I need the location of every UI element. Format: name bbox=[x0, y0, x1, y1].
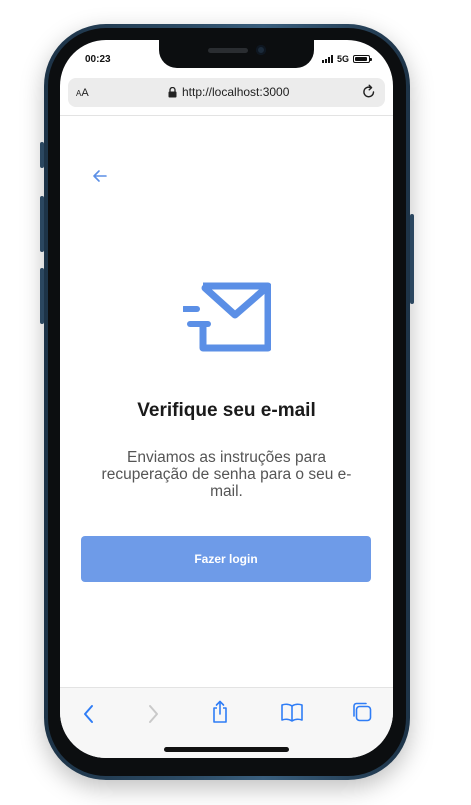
network-type: 5G bbox=[337, 54, 350, 64]
url-field[interactable]: http://localhost:3000 bbox=[168, 85, 289, 99]
status-indicators: 5G bbox=[322, 54, 373, 64]
mute-switch bbox=[40, 142, 44, 168]
power-button bbox=[410, 214, 414, 304]
signal-icon bbox=[322, 55, 333, 63]
tabs-icon[interactable] bbox=[351, 701, 373, 723]
text-size-large-label: A bbox=[81, 87, 89, 99]
share-icon[interactable] bbox=[210, 700, 230, 724]
camera bbox=[256, 45, 266, 55]
chevron-right-icon[interactable] bbox=[144, 703, 162, 725]
page-title: Verifique seu e-mail bbox=[137, 400, 316, 421]
status-time: 00:23 bbox=[85, 54, 111, 65]
login-button[interactable]: Fazer login bbox=[81, 536, 371, 582]
lock-icon bbox=[168, 86, 177, 97]
arrow-left-icon[interactable] bbox=[91, 167, 109, 185]
speaker bbox=[208, 48, 248, 53]
address-bar-divider bbox=[60, 115, 393, 116]
page-message: Enviamos as instruções para recuperação … bbox=[101, 449, 352, 500]
volume-up-button bbox=[40, 196, 44, 252]
chevron-left-icon[interactable] bbox=[80, 703, 98, 725]
notch bbox=[159, 40, 314, 68]
volume-down-button bbox=[40, 268, 44, 324]
envelope-sent-icon bbox=[183, 282, 271, 352]
reload-icon[interactable] bbox=[361, 84, 377, 100]
url-text: http://localhost:3000 bbox=[182, 85, 290, 99]
text-size-button[interactable]: AA bbox=[76, 87, 89, 99]
home-indicator[interactable] bbox=[164, 747, 289, 752]
address-bar[interactable]: AA http://localhost:3000 bbox=[68, 78, 385, 107]
battery-icon bbox=[353, 55, 373, 63]
phone-screen: 00:23 5G AA http://localhost:3000 Verifi… bbox=[60, 40, 393, 758]
bookmarks-icon[interactable] bbox=[280, 702, 304, 722]
